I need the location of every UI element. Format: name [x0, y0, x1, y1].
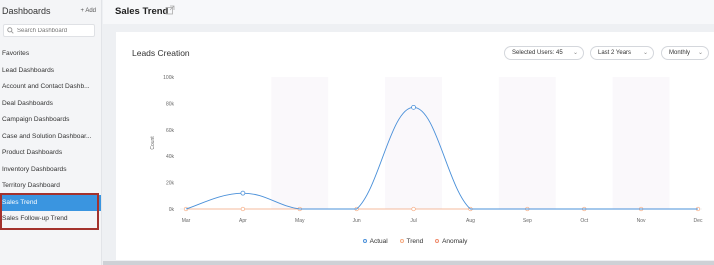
column-band [271, 77, 329, 209]
open-external-icon[interactable] [165, 5, 175, 15]
legend-actual[interactable]: Actual [362, 238, 388, 245]
x-tick-label: Oct [580, 218, 588, 224]
x-tick-label: Jun [353, 218, 361, 224]
search-input[interactable] [17, 27, 92, 34]
x-tick-label: Jul [410, 218, 416, 224]
x-tick-label: Aug [466, 218, 475, 224]
column-band [498, 77, 556, 209]
header: Sales Trend [103, 0, 714, 24]
legend-actual-label: Actual [369, 238, 388, 245]
sidebar-item[interactable]: Favorites [0, 46, 101, 63]
trend-point [240, 206, 246, 212]
sidebar-item[interactable]: Product Dashboards [0, 145, 101, 162]
actual-point [411, 104, 416, 110]
column-band [612, 77, 670, 209]
chart-card: Leads Creation Selected Users: 45 ⌄ Last… [116, 32, 714, 260]
sidebar-list: Favorites Lead Dashboards Account and Cont… [0, 46, 101, 228]
sidebar-item[interactable]: Territory Dashboard [0, 178, 101, 195]
legend-trend-label: Trend [406, 238, 424, 245]
line-chart: 0k 20k 40k 60k 80k 100k Count Mar Apr May Jun Jul Au… [150, 75, 703, 224]
y-axis-label: Count [150, 136, 156, 150]
legend-anomaly-label: Anomaly [442, 238, 468, 245]
x-tick-label: Dec [694, 218, 703, 224]
x-tick-label: Nov [637, 218, 646, 224]
y-tick-label: 40k [166, 154, 175, 160]
x-tick-label: May [295, 218, 305, 224]
legend-trend[interactable]: Trend [399, 238, 424, 245]
x-tick-label: Apr [239, 218, 247, 224]
sidebar: Dashboards + Add FavoritesLead Dashboard… [0, 0, 102, 265]
actual-point [240, 190, 246, 196]
y-tick-label: 0k [169, 207, 175, 213]
y-tick-label: 80k [166, 101, 175, 107]
sidebar-item[interactable]: Account and Contact Dashb... [0, 79, 101, 96]
add-dashboard-button[interactable]: + Add [80, 8, 96, 14]
legend-anomaly[interactable]: Anomaly [435, 238, 467, 245]
page-title: Sales Trend [115, 6, 169, 17]
legend-anomaly-marker [435, 239, 440, 244]
x-tick-label: Mar [182, 218, 191, 224]
sidebar-item[interactable]: Sales Follow-up Trend [0, 211, 101, 228]
sidebar-item[interactable]: Case and Solution Dashboar... [0, 129, 101, 146]
search-box[interactable] [3, 24, 95, 37]
sidebar-item[interactable]: Campaign Dashboards [0, 112, 101, 129]
sidebar-item[interactable]: Inventory Dashboards [0, 162, 101, 179]
chart-legend: Actual Trend Anomaly [116, 238, 714, 245]
legend-trend-marker [399, 239, 404, 244]
column-band [385, 77, 442, 209]
sidebar-title: Dashboards [2, 6, 51, 16]
sidebar-item[interactable]: Deal Dashboards [0, 96, 101, 113]
x-tick-label: Sep [523, 218, 532, 224]
y-tick-label: 20k [166, 181, 175, 187]
y-tick-label: 60k [166, 128, 175, 134]
trend-point [411, 206, 416, 212]
y-tick-label: 100k [163, 75, 174, 81]
sidebar-item[interactable]: Lead Dashboards [0, 63, 101, 80]
search-icon [7, 27, 14, 34]
legend-actual-marker [362, 239, 367, 244]
bottom-border [103, 261, 714, 265]
sidebar-item[interactable]: Sales Trend [0, 194, 101, 211]
